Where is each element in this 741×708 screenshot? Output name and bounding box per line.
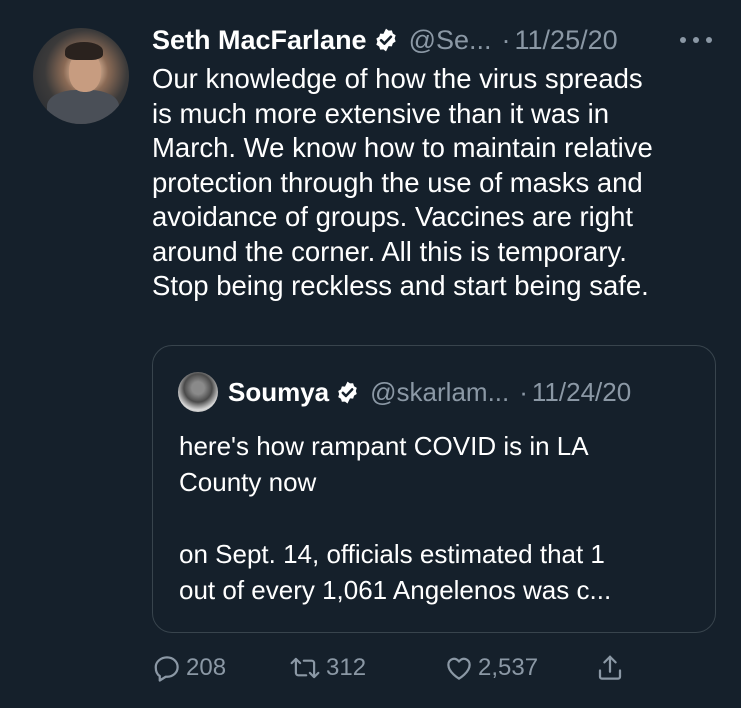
quoted-author-avatar (178, 372, 218, 412)
retweet-count: 312 (326, 654, 367, 681)
share-button[interactable] (595, 648, 625, 688)
separator-dot: · (501, 24, 511, 55)
retweet-button[interactable]: 312 (288, 648, 366, 688)
quoted-tweet-text: here's how rampant COVID is in LA County… (179, 431, 612, 605)
quoted-author-name: Soumya (228, 376, 330, 407)
quoted-tweet-date: 11/24/20 (531, 376, 632, 407)
tweet-actions: 208 312 2,537 (152, 648, 712, 688)
share-icon (595, 653, 625, 683)
quoted-tweet[interactable]: Soumya @skarlam... · 11/24/20 here's how… (152, 345, 716, 633)
verified-badge-icon (335, 380, 360, 405)
author-handle[interactable]: @Se... (409, 25, 492, 56)
quoted-separator-dot: · (519, 376, 528, 407)
more-options-icon[interactable] (680, 28, 712, 52)
tweet-date[interactable]: 11/25/20 (515, 25, 618, 56)
quoted-author-handle: @skarlam... (370, 376, 510, 407)
author-avatar[interactable] (33, 28, 129, 124)
like-button[interactable]: 2,537 (444, 648, 538, 688)
tweet-header: Seth MacFarlane @Se... · 11/25/20 (152, 22, 618, 58)
reply-count: 208 (186, 654, 227, 681)
author-name[interactable]: Seth MacFarlane (152, 25, 367, 56)
reply-button[interactable]: 208 (152, 648, 226, 688)
verified-badge-icon (373, 27, 399, 53)
like-count: 2,537 (478, 654, 539, 681)
tweet-text: Our knowledge of how the virus spreads i… (152, 63, 653, 301)
quoted-tweet-header: Soumya @skarlam... · 11/24/20 (228, 374, 631, 410)
reply-icon (152, 653, 182, 683)
retweet-icon (288, 653, 322, 683)
heart-icon (444, 653, 474, 683)
